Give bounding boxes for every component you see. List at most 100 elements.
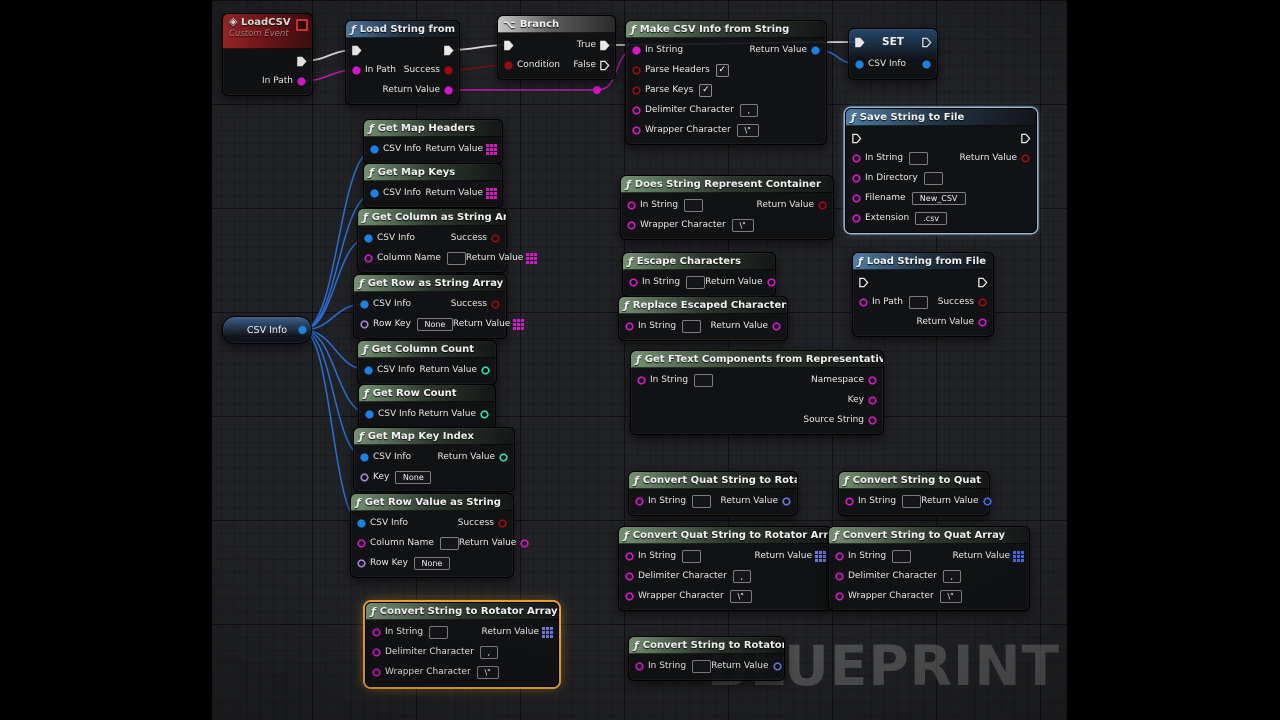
success-pin[interactable] — [497, 518, 508, 529]
csv-info-pin[interactable] — [356, 518, 367, 529]
convert-string-to-quat-array-node[interactable]: ƒConvert String to Quat ArrayIn StringRe… — [828, 526, 1030, 611]
node-header[interactable]: ƒGet Row as String Array — [354, 275, 506, 292]
out-pin[interactable] — [297, 325, 308, 336]
node-header[interactable]: ƒGet Map Key Index — [354, 428, 514, 445]
column-name-field[interactable] — [447, 252, 466, 265]
csv-info-pin[interactable] — [363, 233, 374, 244]
in-directory-field[interactable] — [924, 172, 943, 185]
in-string-pin[interactable] — [631, 45, 642, 56]
wrapper-character-pin[interactable] — [624, 591, 635, 602]
false-pin[interactable] — [599, 60, 610, 71]
wrapper-character-field[interactable]: \" — [730, 590, 752, 603]
parse-headers-checkbox[interactable]: ✓ — [716, 64, 729, 77]
escape-characters-node[interactable]: ƒEscape CharactersIn StringReturn Value — [622, 252, 776, 297]
exec-out-pin[interactable] — [921, 37, 932, 48]
row-key-pin[interactable] — [356, 558, 367, 569]
wrapper-character-field[interactable]: \" — [737, 124, 759, 137]
return-value-pin[interactable] — [982, 496, 993, 507]
wrapper-character-field[interactable]: \" — [732, 219, 754, 232]
csv-info-pin[interactable] — [854, 59, 865, 70]
node-header[interactable]: ƒConvert String to Quat Array — [829, 527, 1029, 544]
save-string-to-file-node[interactable]: ƒSave String to FileIn StringReturn Valu… — [845, 108, 1037, 233]
key-pin[interactable] — [867, 395, 878, 406]
replace-escaped-characters-node[interactable]: ƒReplace Escaped CharactersIn StringRetu… — [618, 296, 788, 341]
in-string-field[interactable] — [686, 276, 705, 289]
node-header[interactable]: ƒGet Map Keys — [364, 164, 502, 181]
get-row-as-string-array-node[interactable]: ƒGet Row as String ArrayCSV InfoSuccessR… — [353, 274, 507, 339]
in-string-pin[interactable] — [634, 661, 645, 672]
delimiter-character-pin[interactable] — [371, 647, 382, 658]
node-header[interactable]: ƒGet Map Headers — [364, 120, 502, 137]
return-value-pin[interactable] — [480, 365, 491, 376]
get-column-as-string-array-node[interactable]: ƒGet Column as String ArrayCSV InfoSucce… — [357, 208, 507, 273]
csv-info-var-node[interactable]: CSV Info — [222, 316, 312, 344]
node-header[interactable]: ƒGet FText Components from Representativ… — [631, 351, 883, 368]
get-ftext-components-node[interactable]: ƒGet FText Components from Representativ… — [630, 350, 884, 435]
exec-in-pin[interactable] — [851, 133, 862, 144]
csv-info-pin[interactable] — [359, 299, 370, 310]
row-key-field[interactable]: None — [417, 318, 453, 331]
node-header[interactable]: ƒSave String to File — [846, 109, 1036, 126]
extension-field[interactable]: .csv — [915, 212, 947, 225]
return-value-pin[interactable] — [513, 319, 524, 330]
get-row-count-node[interactable]: ƒGet Row CountCSV InfoReturn Value — [358, 384, 496, 429]
exec-in-pin[interactable] — [351, 45, 362, 56]
in-path-pin[interactable] — [858, 297, 869, 308]
convert-quat-string-to-rotator-node[interactable]: ƒConvert Quat String to RotatorIn String… — [628, 471, 798, 516]
in-string-field[interactable] — [682, 550, 701, 563]
exec-in-pin[interactable] — [854, 37, 865, 48]
return-value-pin[interactable] — [526, 253, 537, 264]
return-value-pin[interactable] — [498, 452, 509, 463]
source-string-pin[interactable] — [867, 415, 878, 426]
csv-info-out-pin[interactable] — [921, 59, 932, 70]
node-header[interactable]: ƒGet Column Count — [358, 341, 496, 358]
namespace-pin[interactable] — [867, 375, 878, 386]
csv-info-pin[interactable] — [369, 188, 380, 199]
delimiter-character-field[interactable]: , — [943, 570, 961, 583]
parse-headers-pin[interactable] — [631, 65, 642, 76]
exec-out-pin[interactable] — [1020, 133, 1031, 144]
node-header[interactable]: ƒConvert String to Rotator Array — [366, 603, 558, 620]
convert-quat-string-to-rotator-array-node[interactable]: ƒConvert Quat String to Rotator ArrayIn … — [618, 526, 832, 611]
return-value-pin[interactable] — [817, 200, 828, 211]
in-string-field[interactable] — [684, 199, 703, 212]
delimiter-character-pin[interactable] — [631, 105, 642, 116]
return-value-pin[interactable] — [781, 496, 792, 507]
return-value-pin[interactable] — [977, 317, 988, 328]
return-value-pin[interactable] — [486, 144, 497, 155]
get-map-headers-node[interactable]: ƒGet Map HeadersCSV InfoReturn Value — [363, 119, 503, 164]
return-value-pin[interactable] — [771, 321, 782, 332]
get-map-keys-node[interactable]: ƒGet Map KeysCSV InfoReturn Value — [363, 163, 503, 208]
node-header[interactable]: ƒConvert Quat String to Rotator Array — [619, 527, 831, 544]
delimiter-character-pin[interactable] — [624, 571, 635, 582]
node-header[interactable]: ƒConvert String to Quat — [839, 472, 989, 489]
in-path-field[interactable] — [909, 296, 928, 309]
csv-info-pin[interactable] — [369, 144, 380, 155]
delimiter-character-field[interactable]: , — [480, 646, 498, 659]
branch-node[interactable]: ⌥BranchTrueConditionFalse — [497, 15, 616, 80]
in-string-pin[interactable] — [844, 496, 855, 507]
loadcsv-event-node[interactable]: ◈ LoadCSVCustom EventIn Path — [222, 13, 313, 96]
in-string-pin[interactable] — [634, 496, 645, 507]
in-string-pin[interactable] — [371, 627, 382, 638]
in-directory-pin[interactable] — [851, 173, 862, 184]
parse-keys-pin[interactable] — [631, 85, 642, 96]
node-header[interactable]: ƒEscape Characters — [623, 253, 775, 270]
column-name-pin[interactable] — [363, 253, 374, 264]
in-string-field[interactable] — [909, 152, 928, 165]
return-value-pin[interactable] — [772, 661, 783, 672]
load-string-from-file-1-node[interactable]: ƒLoad String from FileIn PathSuccessRetu… — [345, 20, 460, 105]
node-header[interactable]: ◈ LoadCSVCustom Event — [223, 14, 312, 49]
row-key-pin[interactable] — [359, 319, 370, 330]
key-field[interactable]: None — [395, 471, 431, 484]
exec-out-pin[interactable] — [443, 45, 454, 56]
wrapper-character-field[interactable]: \" — [940, 590, 962, 603]
in-string-pin[interactable] — [851, 153, 862, 164]
success-pin[interactable] — [490, 299, 501, 310]
wrapper-character-field[interactable]: \" — [477, 666, 499, 679]
node-header[interactable]: ƒGet Row Count — [359, 385, 495, 402]
reroute-node[interactable] — [593, 86, 601, 94]
load-string-from-file-2-node[interactable]: ƒLoad String from FileIn PathSuccessRetu… — [852, 252, 994, 337]
exec-in-pin[interactable] — [858, 277, 869, 288]
filename-field[interactable]: New_CSV — [912, 192, 966, 205]
